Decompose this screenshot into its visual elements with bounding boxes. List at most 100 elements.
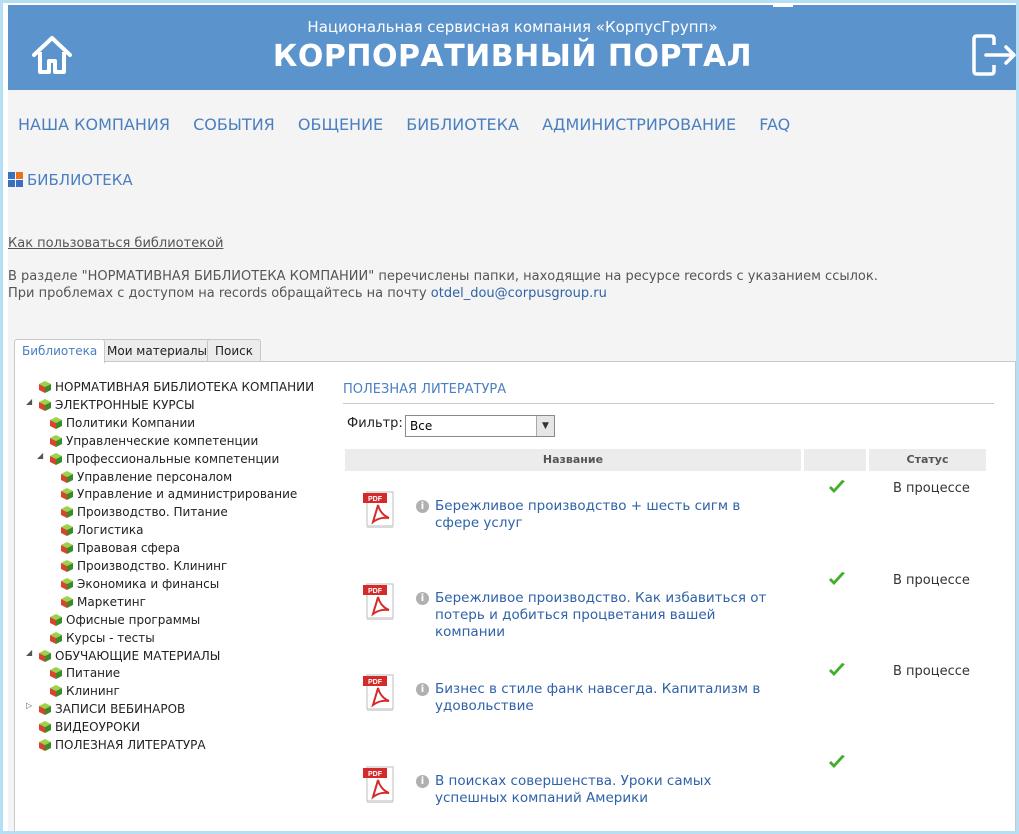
book-row: PDF i Бизнес в стиле фанк навсегда. Капита… [343, 655, 995, 745]
tree-node[interactable]: Производство. Клининг [60, 557, 227, 575]
check-icon [828, 662, 846, 678]
column-header-name: Название [345, 449, 801, 471]
tree-node[interactable]: Логистика [60, 521, 143, 539]
tree-node[interactable]: Производство. Питание [60, 503, 228, 521]
main-nav: НАША КОМПАНИЯ СОБЫТИЯ ОБЩЕНИЕ БИБЛИОТЕКА… [18, 115, 808, 134]
status-text: В процессе [893, 481, 970, 496]
folder-cube-icon [38, 720, 52, 734]
folder-cube-icon [60, 470, 74, 484]
tree-node[interactable]: Политики Компании [49, 414, 195, 432]
tree-node[interactable]: ВИДЕОУРОКИ [38, 718, 140, 736]
pdf-icon[interactable]: PDF [361, 489, 397, 529]
logout-icon[interactable] [970, 33, 1019, 77]
section-title: БИБЛИОТЕКА [27, 171, 133, 189]
tree-node[interactable]: Клининг [49, 682, 120, 700]
tree-node[interactable]: Курсы - тесты [49, 629, 155, 647]
tree-node-label: ЭЛЕКТРОННЫЕ КУРСЫ [55, 397, 195, 412]
status-text: В процессе [893, 664, 970, 679]
folder-cube-icon [49, 613, 63, 627]
check-icon [828, 571, 846, 587]
nav-item-communication[interactable]: ОБЩЕНИЕ [298, 115, 383, 134]
tree-node-label: Экономика и финансы [77, 576, 220, 591]
tree-node-label: Питание [66, 666, 121, 681]
tree-node[interactable]: Управление персоналом [60, 468, 232, 486]
svg-text:PDF: PDF [368, 679, 383, 686]
tree-node[interactable]: Экономика и финансы [60, 575, 219, 593]
content-area: ПОЛЕЗНАЯ ЛИТЕРАТУРА Фильтр: Все ▼ Назван… [343, 362, 1011, 831]
tree-node-label: Маркетинг [77, 594, 146, 609]
filter-value: Все [410, 419, 433, 433]
folder-cube-icon [38, 649, 52, 663]
collapse-toggle-icon[interactable]: ◢ [26, 397, 32, 406]
tree-node-label: Логистика [77, 523, 144, 538]
tree-node[interactable]: Питание [49, 664, 120, 682]
filter-select[interactable]: Все ▼ [405, 415, 555, 437]
collapse-toggle-icon[interactable]: ◢ [26, 648, 32, 657]
folder-cube-icon [49, 452, 63, 466]
tree-node-label: Профессиональные компетенции [66, 451, 280, 466]
info-icon[interactable]: i [416, 591, 429, 605]
tree-node-label: Офисные программы [66, 612, 201, 627]
tree-node[interactable]: Профессиональные компетенции [49, 450, 279, 468]
info-text: В разделе "НОРМАТИВНАЯ БИБЛИОТЕКА КОМПАН… [8, 268, 878, 302]
info-line-2: При проблемах с доступом на records обра… [8, 286, 427, 301]
tree-node[interactable]: ОБУЧАЮЩИЕ МАТЕРИАЛЫ [38, 647, 220, 665]
svg-text:PDF: PDF [368, 771, 383, 778]
expand-toggle-icon[interactable]: ▷ [26, 701, 32, 710]
tree-node[interactable]: ЭЛЕКТРОННЫЕ КУРСЫ [38, 396, 195, 414]
tree-node-label: Производство. Питание [77, 505, 228, 520]
info-icon[interactable]: i [416, 774, 429, 788]
tree-node[interactable]: НОРМАТИВНАЯ БИБЛИОТЕКА КОМПАНИИ [38, 378, 314, 396]
grid-icon [8, 172, 24, 188]
nav-item-faq[interactable]: FAQ [759, 115, 790, 134]
book-title-link[interactable]: Бизнес в стиле фанк навсегда. Капитализм… [435, 681, 770, 715]
chevron-down-icon: ▼ [536, 416, 554, 436]
filter-label: Фильтр: [347, 416, 403, 431]
tab-library[interactable]: Библиотека [14, 339, 106, 363]
tree-node[interactable]: Маркетинг [60, 593, 146, 611]
library-panel: НОРМАТИВНАЯ БИБЛИОТЕКА КОМПАНИИ ◢ ЭЛЕКТРОН… [14, 361, 1016, 831]
book-title-link[interactable]: Бережливое производство + шесть сигм в с… [435, 498, 770, 532]
pdf-icon[interactable]: PDF [361, 581, 397, 621]
pdf-icon[interactable]: PDF [361, 672, 397, 712]
book-row: PDF i Бережливое производство. Как избавит… [343, 564, 995, 654]
column-header-blank [804, 449, 866, 471]
info-icon[interactable]: i [416, 683, 429, 696]
tree-node-label: ОБУЧАЮЩИЕ МАТЕРИАЛЫ [55, 648, 221, 663]
help-link[interactable]: Как пользоваться библиотекой [8, 236, 223, 251]
tree-node-label: Управление и администрирование [77, 487, 298, 502]
tree-node[interactable]: Управление и администрирование [60, 485, 297, 503]
folder-cube-icon [49, 434, 63, 448]
collapse-toggle-icon[interactable]: ◢ [37, 451, 43, 460]
tree-node-label: Правовая сфера [77, 541, 181, 556]
pdf-icon[interactable]: PDF [361, 764, 397, 804]
folder-cube-icon [38, 738, 52, 752]
folder-cube-icon [49, 666, 63, 680]
support-email[interactable]: otdel_dou@corpusgroup.ru [431, 286, 607, 301]
nav-item-administration[interactable]: АДМИНИСТРИРОВАНИЕ [542, 115, 736, 134]
tree-node[interactable]: Управленческие компетенции [49, 432, 258, 450]
folder-cube-icon [60, 559, 74, 573]
tree-node[interactable]: ПОЛЕЗНАЯ ЛИТЕРАТУРА [38, 736, 206, 754]
nav-item-library[interactable]: БИБЛИОТЕКА [406, 115, 519, 134]
check-icon [828, 754, 846, 770]
tree-node[interactable]: ЗАПИСИ ВЕБИНАРОВ [38, 700, 185, 718]
content-title: ПОЛЕЗНАЯ ЛИТЕРАТУРА [343, 382, 507, 397]
book-title-link[interactable]: В поисках совершенства. Уроки самых успе… [435, 773, 770, 807]
tab-search[interactable]: Поиск [207, 339, 262, 362]
tree-node[interactable]: Правовая сфера [60, 539, 180, 557]
tree-node-label: НОРМАТИВНАЯ БИБЛИОТЕКА КОМПАНИИ [55, 380, 315, 394]
column-header-status: Статус [869, 449, 986, 471]
folder-cube-icon [49, 416, 63, 430]
book-title-link[interactable]: Бережливое производство. Как избавиться … [435, 590, 770, 641]
info-icon[interactable]: i [416, 500, 429, 513]
tab-my-materials[interactable]: Мои материалы [99, 339, 216, 362]
status-text: В процессе [893, 572, 970, 588]
nav-item-events[interactable]: СОБЫТИЯ [193, 115, 275, 134]
nav-item-company[interactable]: НАША КОМПАНИЯ [18, 115, 170, 134]
folder-cube-icon [38, 702, 52, 716]
section-header: БИБЛИОТЕКА [8, 171, 133, 189]
tree-node[interactable]: Офисные программы [49, 611, 200, 629]
info-line-1: В разделе "НОРМАТИВНАЯ БИБЛИОТЕКА КОМПАН… [8, 269, 878, 284]
folder-cube-icon [60, 505, 74, 519]
